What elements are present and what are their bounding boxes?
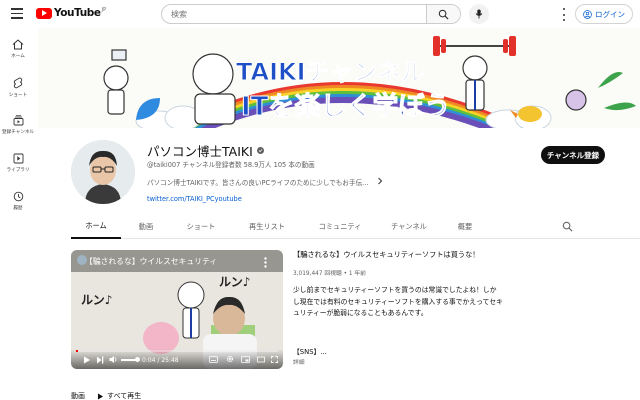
- sidebar-item-shorts[interactable]: ショート: [0, 68, 36, 106]
- tab-about[interactable]: 概要: [447, 215, 483, 239]
- channel-name: パソコン博士TAIKI: [147, 141, 264, 160]
- video-overlay-title: 【騙されるな】ウイルスセキュリティ: [85, 257, 218, 266]
- miniplayer-icon[interactable]: [241, 356, 250, 363]
- featured-video-description: 少し前までセキュリティーソフトを買うのは常識でしたよね！しかし現在では有料のセキ…: [293, 286, 503, 317]
- channel-meta: @taiki007 チャンネル登録者数 58.9万人 105 本の動画: [147, 159, 315, 169]
- subscriber-count: チャンネル登録者数 58.9万人: [182, 161, 272, 169]
- login-button[interactable]: ログイン: [575, 4, 633, 24]
- banner-title: TAIKIチャンネル: [236, 58, 425, 86]
- chevron-right-icon: [378, 177, 383, 185]
- video-more-icon[interactable]: [264, 257, 267, 268]
- youtube-play-icon: [36, 7, 52, 19]
- next-icon[interactable]: [96, 356, 104, 364]
- play-all-icon: [98, 393, 103, 399]
- sidebar-item-label: 履歴: [13, 206, 23, 211]
- channel-search-icon[interactable]: [562, 221, 573, 232]
- play-icon[interactable]: [83, 356, 91, 364]
- youtube-logo[interactable]: YouTube JP: [36, 7, 106, 19]
- banner-artwork: TAIKIチャンネル ITを楽しく学ぼう: [38, 28, 640, 128]
- sidebar: ホーム ショート 登録チャンネル ライブラリ 履歴: [0, 30, 36, 220]
- top-bar: YouTube JP ログイン: [0, 0, 640, 28]
- play-all-button[interactable]: すべて再生: [97, 391, 141, 400]
- upload-age: 1 年前: [348, 271, 366, 277]
- volume-icon[interactable]: [109, 355, 118, 364]
- sidebar-item-subscriptions[interactable]: 登録チャンネル: [0, 106, 36, 144]
- settings-gear-icon[interactable]: [226, 355, 234, 363]
- sidebar-item-label: ホーム: [11, 54, 25, 59]
- voice-search-button[interactable]: [469, 4, 489, 24]
- hamburger-menu-icon[interactable]: [11, 8, 23, 19]
- theater-mode-icon[interactable]: [257, 356, 265, 363]
- tab-playlists[interactable]: 再生リスト: [235, 215, 299, 239]
- logo-text: YouTube: [54, 7, 101, 19]
- sidebar-item-library[interactable]: ライブラリ: [0, 144, 36, 182]
- subscriptions-icon: [13, 115, 23, 126]
- more-options-icon[interactable]: [558, 8, 570, 21]
- history-icon: [13, 191, 23, 202]
- account-icon: [583, 9, 592, 19]
- featured-video-sns: 【SNS】...: [293, 348, 327, 356]
- progress-fill: [76, 350, 78, 352]
- section-title: 動画: [71, 392, 85, 400]
- channel-link[interactable]: twitter.com/TAIKI_PCyoutube: [147, 195, 242, 203]
- tab-community[interactable]: コミュニティ: [307, 215, 373, 239]
- channel-avatar[interactable]: [71, 140, 135, 204]
- login-label: ログイン: [595, 9, 625, 19]
- sidebar-item-label: ショート: [8, 92, 28, 98]
- channel-handle: @taiki007: [147, 161, 181, 169]
- tab-channels[interactable]: チャンネル: [381, 215, 437, 239]
- fullscreen-icon[interactable]: [271, 356, 278, 363]
- microphone-icon: [475, 9, 483, 19]
- library-icon: [13, 153, 23, 164]
- progress-bar[interactable]: [76, 350, 278, 352]
- sidebar-item-home[interactable]: ホーム: [0, 30, 36, 68]
- home-icon: [12, 39, 24, 50]
- view-count: 3,019,447 回視聴: [293, 271, 342, 277]
- time-display: 0:04 / 25:48: [142, 357, 179, 364]
- featured-video-title[interactable]: 【騙されるな】ウイルスセキュリティーソフトは買うな！: [293, 250, 479, 260]
- banner-subtitle: ITを楽しく学ぼう: [241, 91, 450, 122]
- country-code: JP: [101, 7, 107, 13]
- verified-badge-icon: [256, 147, 264, 154]
- sidebar-item-history[interactable]: 履歴: [0, 182, 36, 220]
- thumb-text-right: ルン♪: [219, 275, 250, 289]
- featured-video-meta: 3,019,447 回視聴 • 1 年前: [293, 271, 366, 277]
- search-input[interactable]: [162, 5, 426, 23]
- volume-handle[interactable]: [135, 357, 140, 362]
- subscribe-button[interactable]: チャンネル登録: [541, 146, 605, 164]
- avatar-image: [71, 140, 135, 204]
- videos-section-header: 動画 すべて再生: [71, 391, 141, 400]
- channel-tabs: ホーム 動画 ショート 再生リスト コミュニティ チャンネル 概要: [71, 215, 640, 239]
- captions-icon[interactable]: [209, 356, 218, 363]
- sidebar-item-label: 登録チャンネル: [1, 130, 35, 135]
- featured-video-player[interactable]: ルン♪ ルン♪ 【騙されるな】ウイルスセキュリティ 0:04 / 25:48: [71, 250, 283, 369]
- channel-name-text: パソコン博士TAIKI: [147, 144, 253, 159]
- search-box: [161, 4, 461, 24]
- tab-home[interactable]: ホーム: [71, 215, 121, 239]
- thumb-text-left: ルン♪: [81, 293, 112, 307]
- sidebar-item-label: ライブラリ: [6, 168, 30, 173]
- tab-videos[interactable]: 動画: [123, 215, 169, 239]
- play-all-label: すべて再生: [107, 392, 142, 400]
- shorts-icon: [13, 77, 23, 88]
- search-icon: [438, 9, 449, 20]
- tab-shorts[interactable]: ショート: [171, 215, 231, 239]
- channel-description[interactable]: パソコン博士TAIKIです。皆さんの良いPCライフのために少しでもお手伝...: [147, 177, 383, 187]
- channel-banner: TAIKIチャンネル ITを楽しく学ぼう: [38, 28, 640, 128]
- channel-description-text: パソコン博士TAIKIです。皆さんの良いPCライフのために少しでもお手伝...: [147, 179, 369, 187]
- search-button[interactable]: [426, 5, 460, 23]
- video-count: 105 本の動画: [273, 161, 315, 169]
- read-more-link[interactable]: 詳細: [293, 357, 305, 366]
